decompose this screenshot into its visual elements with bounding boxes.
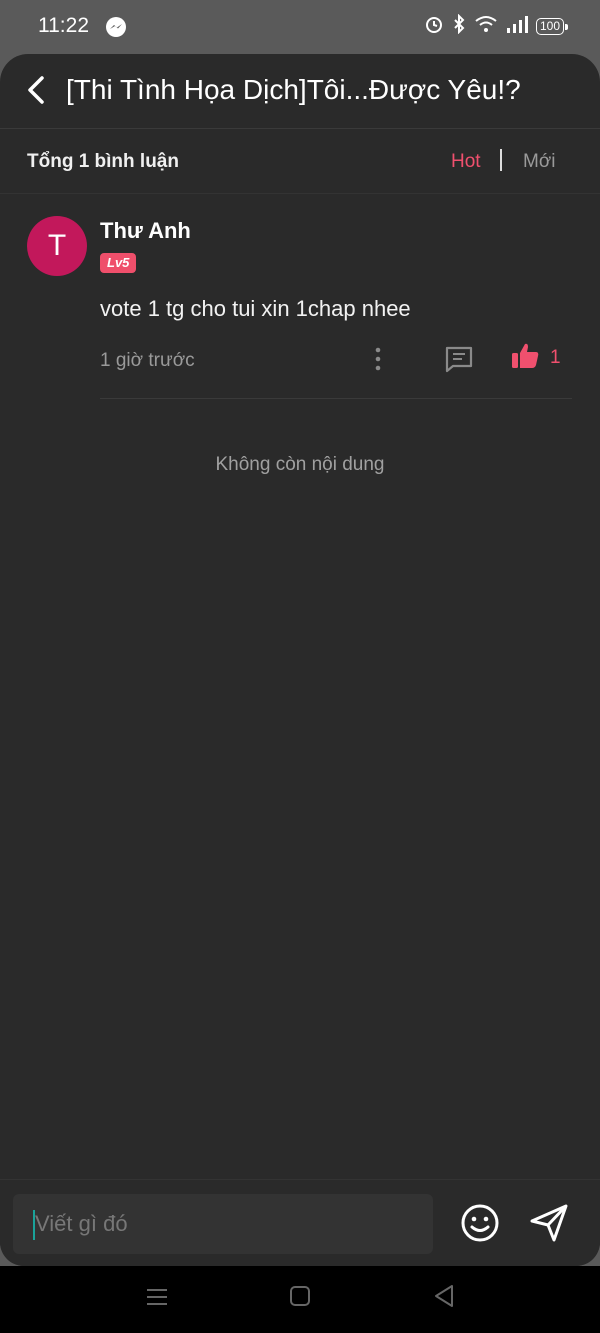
recent-apps-icon[interactable] [144,1284,170,1310]
sort-new-tab[interactable]: Mới [523,151,556,173]
status-icons: 100 [424,13,569,39]
comment-composer [0,1179,600,1266]
level-badge: Lv5 [100,253,137,273]
system-back-icon[interactable] [432,1282,458,1310]
like-count: 1 [550,347,561,368]
send-icon[interactable] [528,1202,570,1244]
status-time: 11:22 [38,14,89,37]
more-options-icon[interactable] [368,346,388,372]
total-comments-count: Tổng 1 bình luận [27,151,179,172]
sort-hot-tab[interactable]: Hot [451,151,481,173]
comment-divider [100,398,572,399]
back-button[interactable] [22,72,54,108]
comment-sort-bar: Tổng 1 bình luận Hot Mới [0,129,600,194]
comment-username[interactable]: Thư Anh [100,218,191,244]
avatar[interactable]: T [27,216,87,276]
battery-icon: 100 [535,18,569,35]
emoji-icon[interactable] [459,1202,501,1244]
wifi-icon [474,14,498,39]
signal-icon [506,14,528,39]
like-button[interactable]: 1 [510,342,570,374]
thumbs-up-icon [510,341,540,376]
reply-icon[interactable] [443,344,475,374]
header: [Thi Tình Họa Dịch]Tôi...Được Yêu!? [0,54,600,129]
end-of-content-message: Không còn nội dung [215,454,385,475]
messenger-icon [105,16,127,43]
bluetooth-icon [452,13,466,39]
home-icon[interactable] [288,1284,312,1308]
system-nav-bar [0,1266,600,1333]
comment-time: 1 giờ trước [100,350,195,371]
text-caret [33,1210,35,1240]
status-bar: 11:22 100 [0,0,600,54]
comments-sheet: [Thi Tình Họa Dịch]Tôi...Được Yêu!? Tổng… [0,54,600,1266]
comment-text: vote 1 tg cho tui xin 1chap nhee [100,296,411,321]
alarm-icon [424,14,444,39]
comment-input[interactable] [13,1194,433,1254]
sort-divider [500,149,502,171]
page-title: [Thi Tình Họa Dịch]Tôi...Được Yêu!? [66,74,521,105]
comment-item: T Thư Anh Lv5 vote 1 tg cho tui xin 1cha… [0,194,600,399]
